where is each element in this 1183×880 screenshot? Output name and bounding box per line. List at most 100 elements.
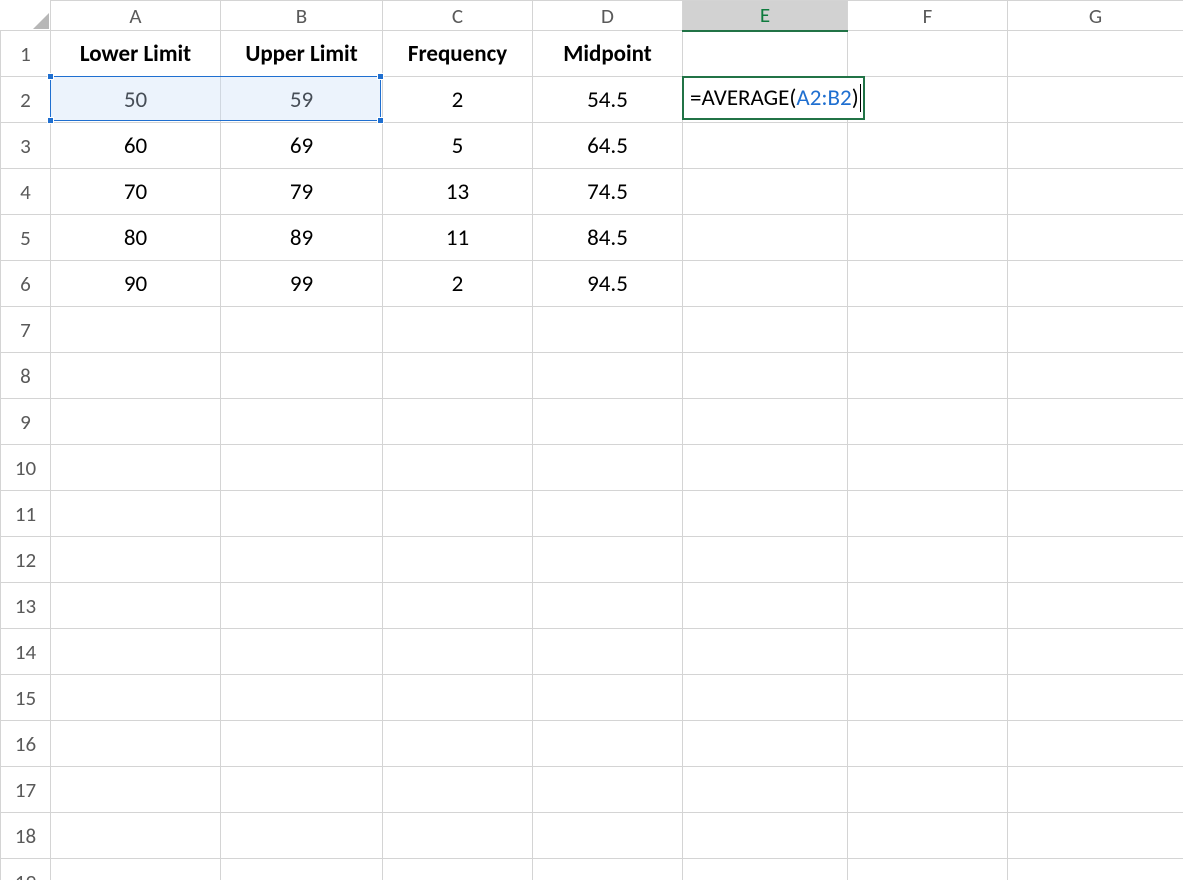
cell-A7[interactable] — [51, 307, 221, 353]
cell-F9[interactable] — [848, 399, 1008, 445]
cell-A9[interactable] — [51, 399, 221, 445]
cell-E1[interactable] — [683, 31, 848, 77]
column-header-D[interactable]: D — [533, 1, 683, 31]
cell-C15[interactable] — [383, 675, 533, 721]
cell-E6[interactable] — [683, 261, 848, 307]
cell-B10[interactable] — [221, 445, 383, 491]
cell-C8[interactable] — [383, 353, 533, 399]
cell-D1[interactable]: Midpoint — [533, 31, 683, 77]
cell-D16[interactable] — [533, 721, 683, 767]
cell-C6[interactable]: 2 — [383, 261, 533, 307]
cell-F5[interactable] — [848, 215, 1008, 261]
cell-D14[interactable] — [533, 629, 683, 675]
row-header-3[interactable]: 3 — [1, 123, 51, 169]
cell-B7[interactable] — [221, 307, 383, 353]
column-header-B[interactable]: B — [221, 1, 383, 31]
column-header-F[interactable]: F — [848, 1, 1008, 31]
cell-C1[interactable]: Frequency — [383, 31, 533, 77]
cell-F19[interactable] — [848, 859, 1008, 880]
cell-B5[interactable]: 89 — [221, 215, 383, 261]
cell-E17[interactable] — [683, 767, 848, 813]
cell-D9[interactable] — [533, 399, 683, 445]
cell-B2[interactable]: 59 — [221, 77, 383, 123]
cell-B17[interactable] — [221, 767, 383, 813]
row-header-10[interactable]: 10 — [1, 445, 51, 491]
cell-E19[interactable] — [683, 859, 848, 880]
cell-D4[interactable]: 74.5 — [533, 169, 683, 215]
cell-F12[interactable] — [848, 537, 1008, 583]
cell-C18[interactable] — [383, 813, 533, 859]
cell-D8[interactable] — [533, 353, 683, 399]
cell-G17[interactable] — [1008, 767, 1183, 813]
cell-C3[interactable]: 5 — [383, 123, 533, 169]
row-header-19[interactable]: 19 — [1, 859, 51, 880]
row-header-7[interactable]: 7 — [1, 307, 51, 353]
cell-A12[interactable] — [51, 537, 221, 583]
row-header-15[interactable]: 15 — [1, 675, 51, 721]
cell-F13[interactable] — [848, 583, 1008, 629]
cell-B6[interactable]: 99 — [221, 261, 383, 307]
cell-B19[interactable] — [221, 859, 383, 880]
cell-A5[interactable]: 80 — [51, 215, 221, 261]
cell-B9[interactable] — [221, 399, 383, 445]
cell-E14[interactable] — [683, 629, 848, 675]
cell-D11[interactable] — [533, 491, 683, 537]
cell-A17[interactable] — [51, 767, 221, 813]
cell-A13[interactable] — [51, 583, 221, 629]
cell-C5[interactable]: 11 — [383, 215, 533, 261]
cell-E8[interactable] — [683, 353, 848, 399]
cell-G6[interactable] — [1008, 261, 1183, 307]
row-header-18[interactable]: 18 — [1, 813, 51, 859]
cell-B15[interactable] — [221, 675, 383, 721]
cell-E11[interactable] — [683, 491, 848, 537]
cell-B1[interactable]: Upper Limit — [221, 31, 383, 77]
cell-G19[interactable] — [1008, 859, 1183, 880]
cell-F2[interactable] — [848, 77, 1008, 123]
cell-A15[interactable] — [51, 675, 221, 721]
cell-D7[interactable] — [533, 307, 683, 353]
cell-G3[interactable] — [1008, 123, 1183, 169]
cell-D5[interactable]: 84.5 — [533, 215, 683, 261]
column-header-C[interactable]: C — [383, 1, 533, 31]
cell-D6[interactable]: 94.5 — [533, 261, 683, 307]
cell-G1[interactable] — [1008, 31, 1183, 77]
cell-A4[interactable]: 70 — [51, 169, 221, 215]
cell-D2[interactable]: 54.5 — [533, 77, 683, 123]
cell-C12[interactable] — [383, 537, 533, 583]
cell-C13[interactable] — [383, 583, 533, 629]
cell-D13[interactable] — [533, 583, 683, 629]
row-header-6[interactable]: 6 — [1, 261, 51, 307]
column-header-A[interactable]: A — [51, 1, 221, 31]
cell-C2[interactable]: 2 — [383, 77, 533, 123]
cell-B12[interactable] — [221, 537, 383, 583]
cell-D3[interactable]: 64.5 — [533, 123, 683, 169]
cell-E3[interactable] — [683, 123, 848, 169]
cell-C7[interactable] — [383, 307, 533, 353]
cell-D15[interactable] — [533, 675, 683, 721]
row-header-9[interactable]: 9 — [1, 399, 51, 445]
cell-G8[interactable] — [1008, 353, 1183, 399]
cell-G9[interactable] — [1008, 399, 1183, 445]
cell-E7[interactable] — [683, 307, 848, 353]
cell-B3[interactable]: 69 — [221, 123, 383, 169]
cell-E10[interactable] — [683, 445, 848, 491]
cell-G12[interactable] — [1008, 537, 1183, 583]
row-header-5[interactable]: 5 — [1, 215, 51, 261]
cell-B13[interactable] — [221, 583, 383, 629]
cell-C11[interactable] — [383, 491, 533, 537]
cell-F17[interactable] — [848, 767, 1008, 813]
cell-F15[interactable] — [848, 675, 1008, 721]
cell-G10[interactable] — [1008, 445, 1183, 491]
cell-G5[interactable] — [1008, 215, 1183, 261]
cell-C14[interactable] — [383, 629, 533, 675]
cell-E5[interactable] — [683, 215, 848, 261]
cell-D17[interactable] — [533, 767, 683, 813]
cell-C16[interactable] — [383, 721, 533, 767]
row-header-8[interactable]: 8 — [1, 353, 51, 399]
cell-G7[interactable] — [1008, 307, 1183, 353]
cell-B11[interactable] — [221, 491, 383, 537]
cell-A6[interactable]: 90 — [51, 261, 221, 307]
cell-C17[interactable] — [383, 767, 533, 813]
cell-A14[interactable] — [51, 629, 221, 675]
cell-G16[interactable] — [1008, 721, 1183, 767]
